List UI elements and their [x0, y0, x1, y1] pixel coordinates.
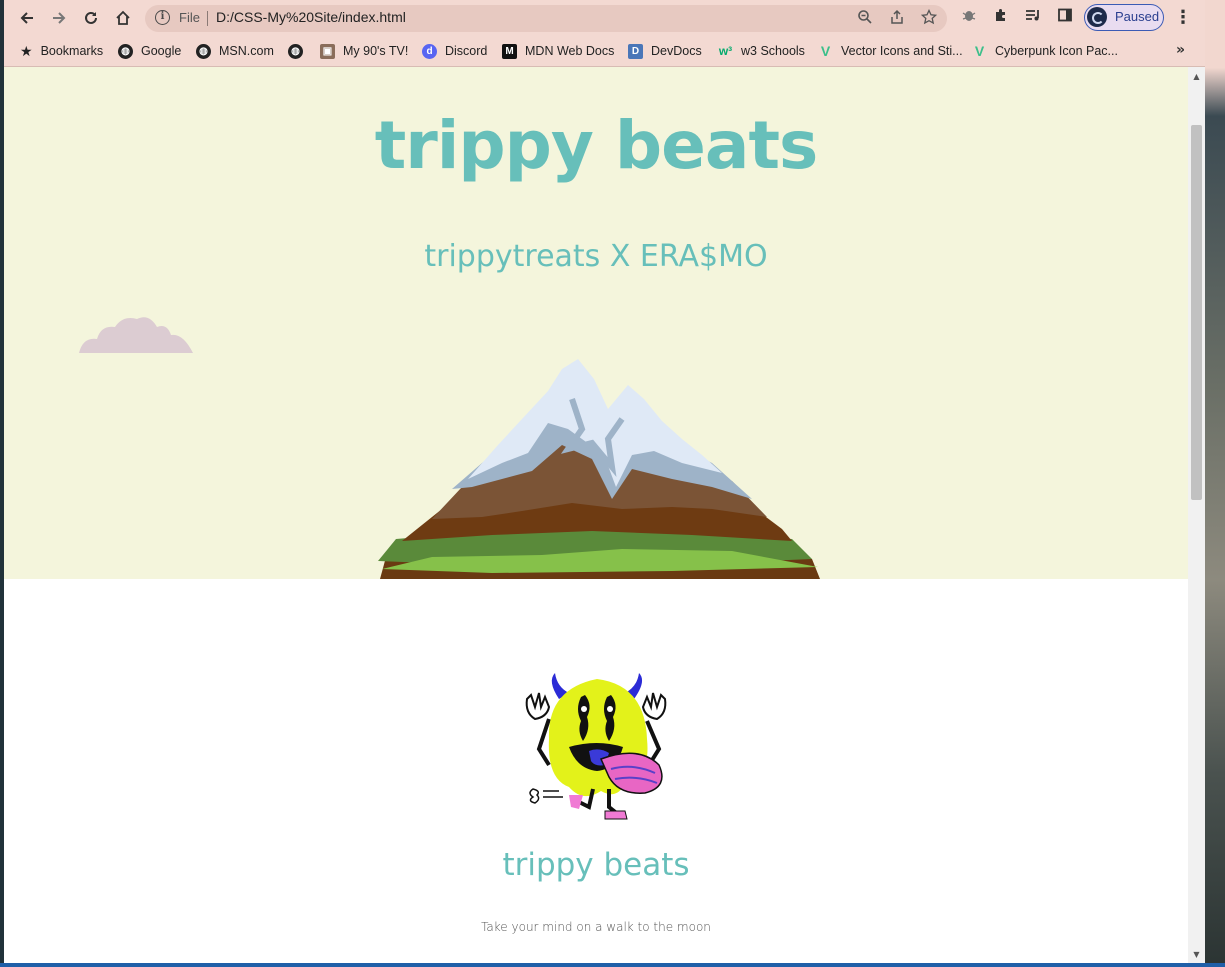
vector-icon: V: [974, 42, 985, 59]
bookmark-item-bookmarks[interactable]: ★ Bookmarks: [20, 42, 103, 60]
hero-section: trippy beats trippytreats X ERA$MO: [4, 67, 1188, 579]
profile-button[interactable]: Paused: [1084, 4, 1164, 31]
w3schools-icon: w³: [718, 43, 733, 58]
vector-icon: V: [820, 42, 831, 59]
avatar: [1087, 7, 1107, 27]
discord-icon: d: [422, 43, 437, 59]
home-button[interactable]: [110, 5, 136, 31]
bookmark-item-cyberpunk-icons[interactable]: V Cyberpunk Icon Pac...: [972, 42, 1118, 60]
bookmark-label: Cyberpunk Icon Pac...: [995, 44, 1118, 58]
puzzle-extensions-icon[interactable]: [990, 7, 1012, 29]
globe-icon: ◍: [196, 43, 211, 59]
bookmark-item-my-90s-tv[interactable]: ▣ My 90's TV!: [320, 42, 408, 60]
mdn-icon: M: [502, 43, 517, 59]
bookmark-label: Discord: [445, 44, 488, 58]
tv-icon: ▣: [320, 43, 335, 59]
share-icon[interactable]: [887, 9, 907, 29]
reload-icon: [85, 11, 97, 24]
scroll-up-arrow-icon[interactable]: ▲: [1188, 69, 1205, 85]
page-scrollbar[interactable]: ▲ ▼: [1188, 67, 1205, 967]
address-bar[interactable]: i File D:/CSS-My%20Site/index.html: [145, 5, 947, 32]
hero-subtitle: trippytreats X ERA$MO: [424, 239, 768, 274]
page-viewport: trippy beats trippytreats X ERA$MO tripp…: [4, 67, 1188, 967]
more-bookmarks-icon[interactable]: »: [1176, 42, 1185, 58]
bookmark-label: My 90's TV!: [343, 44, 409, 58]
home-icon: [116, 10, 130, 25]
arrow-left-icon: [20, 12, 33, 24]
media-queue-icon[interactable]: [1022, 7, 1044, 29]
address-divider: [207, 11, 208, 26]
bookmark-item-discord[interactable]: d Discord: [422, 42, 487, 60]
mountain-illustration: [378, 359, 820, 579]
profile-status-label: Paused: [1115, 9, 1160, 24]
arrow-right-icon: [53, 12, 66, 24]
url-scheme-label: File: [179, 10, 200, 25]
star-icon: ★: [20, 42, 33, 59]
zoom-icon[interactable]: [855, 9, 875, 29]
bookmarks-bar: ★ Bookmarks ◍ Google ◍ MSN.com ◍ ▣ My 90…: [4, 36, 1205, 67]
mascot-illustration: [525, 673, 667, 820]
globe-icon: ◍: [118, 43, 133, 59]
bookmark-label: Google: [141, 44, 182, 58]
bookmark-label: MDN Web Docs: [525, 44, 615, 58]
side-panel-icon[interactable]: [1054, 7, 1076, 29]
browser-menu-icon[interactable]: ⋮: [1174, 6, 1192, 30]
bookmark-label: Vector Icons and Sti...: [841, 44, 963, 58]
scrollbar-thumb[interactable]: [1191, 125, 1202, 500]
taskbar-edge: [0, 963, 1225, 967]
section-tagline: Take your mind on a walk to the moon: [481, 920, 711, 934]
browser-toolbar: i File D:/CSS-My%20Site/index.html Pause…: [4, 0, 1205, 36]
bookmark-item-msn[interactable]: ◍ MSN.com: [196, 42, 274, 60]
scroll-down-arrow-icon[interactable]: ▼: [1188, 947, 1205, 963]
info-icon[interactable]: i: [155, 10, 170, 25]
bookmark-item-vector-icons[interactable]: V Vector Icons and Sti...: [818, 42, 963, 60]
globe-icon: ◍: [288, 43, 303, 59]
section-title: trippy beats: [502, 847, 690, 883]
bookmark-item-untitled[interactable]: ◍: [288, 42, 303, 60]
url-text[interactable]: D:/CSS-My%20Site/index.html: [216, 9, 406, 25]
reload-button[interactable]: [78, 5, 104, 31]
browser-window: i File D:/CSS-My%20Site/index.html Pause…: [4, 0, 1205, 967]
bookmark-label: w3 Schools: [741, 44, 805, 58]
desktop-background-right: [1205, 0, 1225, 967]
bookmark-label: DevDocs: [651, 44, 702, 58]
bookmark-item-devdocs[interactable]: D DevDocs: [628, 42, 702, 60]
devdocs-icon: D: [628, 43, 643, 59]
bookmark-star-icon[interactable]: [919, 8, 939, 29]
bookmark-label: MSN.com: [219, 44, 274, 58]
bookmark-label: Bookmarks: [40, 44, 104, 58]
back-button[interactable]: [14, 5, 40, 31]
forward-button[interactable]: [46, 5, 72, 31]
bookmark-item-google[interactable]: ◍ Google: [118, 42, 181, 60]
bookmark-item-mdn[interactable]: M MDN Web Docs: [502, 42, 614, 60]
bug-extension-icon[interactable]: [958, 7, 980, 29]
cloud-illustration: [79, 317, 193, 353]
hero-title: trippy beats: [374, 107, 819, 184]
bookmark-item-w3schools[interactable]: w³ w3 Schools: [718, 42, 805, 60]
